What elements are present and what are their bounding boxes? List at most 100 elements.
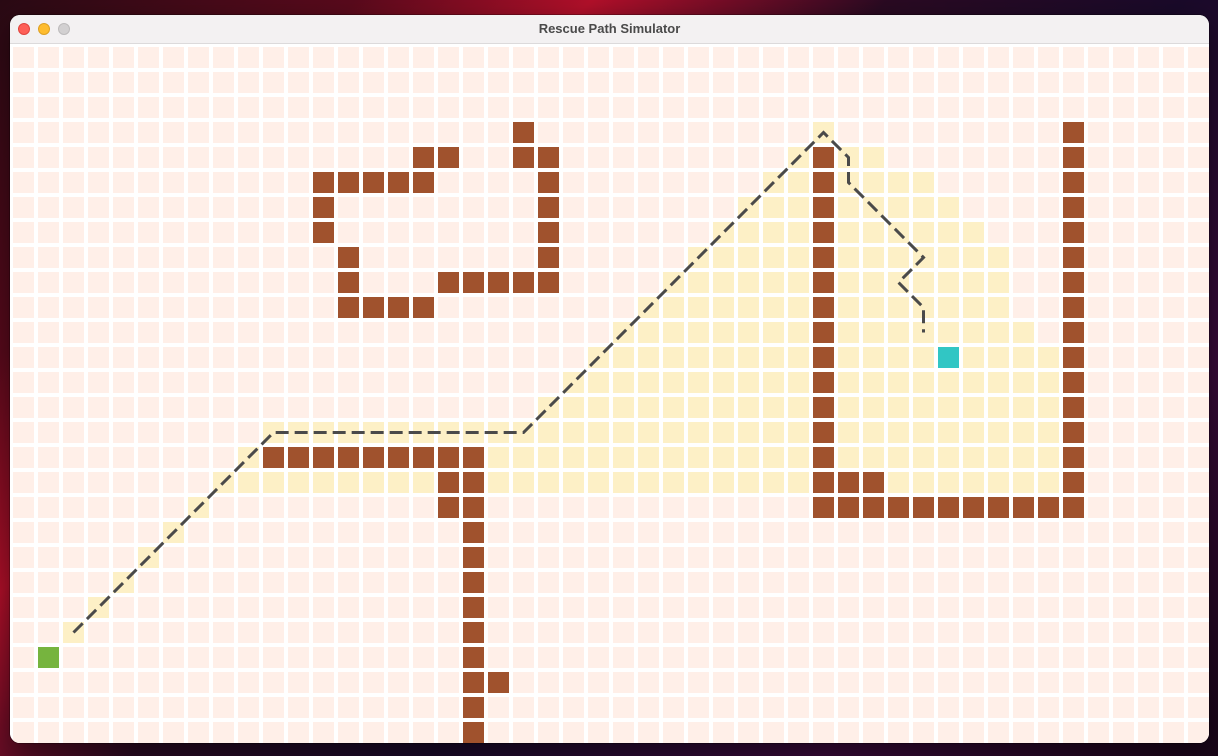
wall-cell[interactable] <box>438 447 459 468</box>
explored-cell[interactable] <box>888 447 909 468</box>
grid-cell[interactable] <box>213 447 234 468</box>
grid-cell[interactable] <box>213 722 234 743</box>
grid-cell[interactable] <box>38 97 59 118</box>
grid-cell[interactable] <box>138 572 159 593</box>
grid-cell[interactable] <box>288 572 309 593</box>
grid-cell[interactable] <box>338 572 359 593</box>
explored-cell[interactable] <box>713 297 734 318</box>
grid-cell[interactable] <box>1038 147 1059 168</box>
explored-cell[interactable] <box>363 472 384 493</box>
grid-cell[interactable] <box>88 347 109 368</box>
grid-cell[interactable] <box>488 197 509 218</box>
explored-cell[interactable] <box>863 297 884 318</box>
grid-cell[interactable] <box>13 272 34 293</box>
wall-cell[interactable] <box>813 447 834 468</box>
wall-cell[interactable] <box>363 447 384 468</box>
wall-cell[interactable] <box>413 147 434 168</box>
grid-cell[interactable] <box>238 672 259 693</box>
grid-cell[interactable] <box>288 397 309 418</box>
grid-cell[interactable] <box>1163 422 1184 443</box>
grid-cell[interactable] <box>613 122 634 143</box>
grid-cell[interactable] <box>1088 347 1109 368</box>
grid-cell[interactable] <box>1063 647 1084 668</box>
grid-cell[interactable] <box>138 247 159 268</box>
grid-cell[interactable] <box>1138 422 1159 443</box>
grid-cell[interactable] <box>913 522 934 543</box>
grid-cell[interactable] <box>1138 447 1159 468</box>
wall-cell[interactable] <box>413 447 434 468</box>
grid-cell[interactable] <box>788 647 809 668</box>
grid-cell[interactable] <box>1188 47 1209 68</box>
grid-cell[interactable] <box>513 172 534 193</box>
grid-cell[interactable] <box>463 347 484 368</box>
grid-cell[interactable] <box>588 272 609 293</box>
explored-cell[interactable] <box>588 397 609 418</box>
grid-cell[interactable] <box>38 397 59 418</box>
grid-cell[interactable] <box>613 722 634 743</box>
explored-cell[interactable] <box>388 472 409 493</box>
wall-cell[interactable] <box>1063 422 1084 443</box>
grid-cell[interactable] <box>338 97 359 118</box>
grid-cell[interactable] <box>588 72 609 93</box>
explored-cell[interactable] <box>638 422 659 443</box>
grid-cell[interactable] <box>888 697 909 718</box>
grid-cell[interactable] <box>213 647 234 668</box>
grid-cell[interactable] <box>888 672 909 693</box>
grid-cell[interactable] <box>388 597 409 618</box>
grid-cell[interactable] <box>513 647 534 668</box>
wall-cell[interactable] <box>813 172 834 193</box>
grid-cell[interactable] <box>263 122 284 143</box>
grid-cell[interactable] <box>213 97 234 118</box>
grid-cell[interactable] <box>713 197 734 218</box>
grid-cell[interactable] <box>1163 347 1184 368</box>
grid-cell[interactable] <box>1188 122 1209 143</box>
explored-cell[interactable] <box>863 222 884 243</box>
grid-cell[interactable] <box>188 597 209 618</box>
grid-cell[interactable] <box>638 272 659 293</box>
grid-cell[interactable] <box>188 197 209 218</box>
explored-cell[interactable] <box>613 472 634 493</box>
grid-cell[interactable] <box>363 622 384 643</box>
explored-cell[interactable] <box>913 447 934 468</box>
grid-cell[interactable] <box>713 47 734 68</box>
wall-cell[interactable] <box>438 472 459 493</box>
explored-cell[interactable] <box>738 372 759 393</box>
grid-cell[interactable] <box>813 47 834 68</box>
explored-cell[interactable] <box>988 272 1009 293</box>
grid-cell[interactable] <box>388 272 409 293</box>
grid-cell[interactable] <box>538 297 559 318</box>
grid-cell[interactable] <box>613 697 634 718</box>
grid-cell[interactable] <box>513 522 534 543</box>
grid-cell[interactable] <box>763 622 784 643</box>
grid-cell[interactable] <box>638 672 659 693</box>
explored-cell[interactable] <box>713 447 734 468</box>
grid-cell[interactable] <box>563 97 584 118</box>
grid-cell[interactable] <box>363 72 384 93</box>
grid-cell[interactable] <box>388 672 409 693</box>
grid-cell[interactable] <box>488 722 509 743</box>
explored-cell[interactable] <box>713 397 734 418</box>
grid-cell[interactable] <box>813 722 834 743</box>
wall-cell[interactable] <box>463 472 484 493</box>
grid-cell[interactable] <box>988 547 1009 568</box>
wall-cell[interactable] <box>813 297 834 318</box>
grid-cell[interactable] <box>63 572 84 593</box>
grid-cell[interactable] <box>1113 122 1134 143</box>
explored-cell[interactable] <box>738 297 759 318</box>
grid-cell[interactable] <box>38 122 59 143</box>
wall-cell[interactable] <box>338 172 359 193</box>
grid-cell[interactable] <box>963 547 984 568</box>
grid-cell[interactable] <box>238 72 259 93</box>
grid-cell[interactable] <box>938 722 959 743</box>
grid-cell[interactable] <box>163 422 184 443</box>
grid-cell[interactable] <box>988 122 1009 143</box>
grid-cell[interactable] <box>563 547 584 568</box>
grid-cell[interactable] <box>938 697 959 718</box>
explored-cell[interactable] <box>763 322 784 343</box>
grid-cell[interactable] <box>1088 272 1109 293</box>
grid-cell[interactable] <box>538 322 559 343</box>
grid-cell[interactable] <box>313 647 334 668</box>
grid-cell[interactable] <box>188 572 209 593</box>
explored-cell[interactable] <box>863 397 884 418</box>
grid-cell[interactable] <box>638 647 659 668</box>
